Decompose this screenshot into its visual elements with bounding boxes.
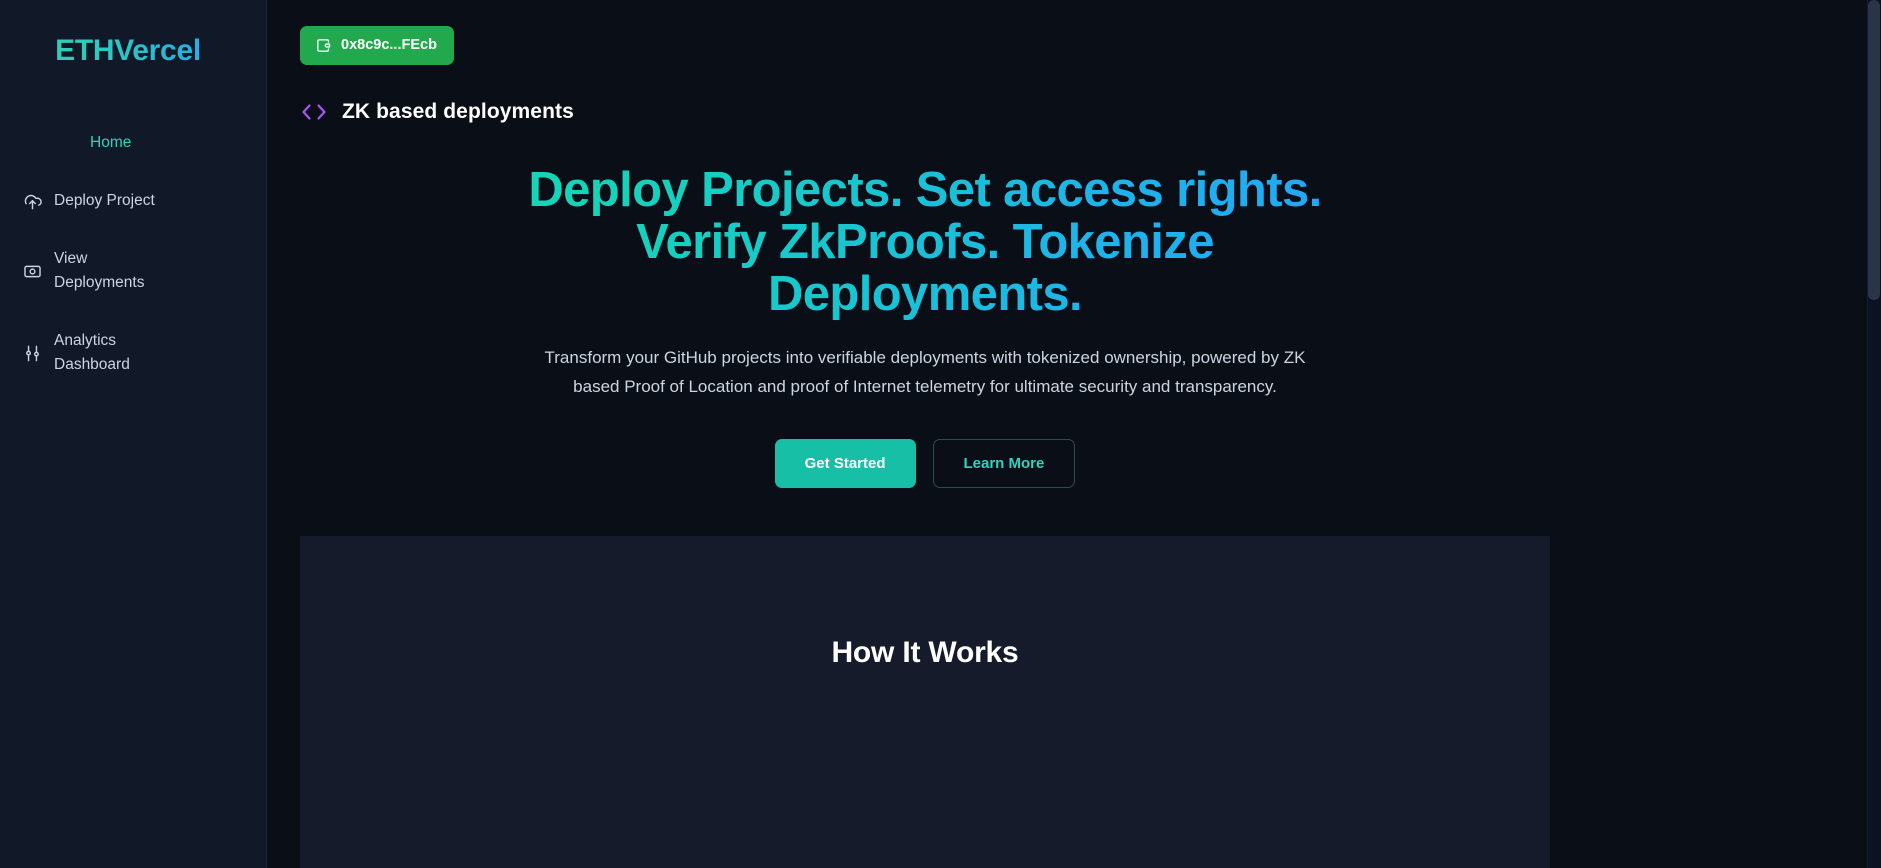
sidebar-item-analytics-dashboard[interactable]: Analytics Dashboard <box>0 319 266 387</box>
sidebar-item-home[interactable]: Home <box>0 121 266 165</box>
page-title: ZK based deployments <box>342 100 574 123</box>
learn-more-button[interactable]: Learn More <box>932 439 1076 489</box>
sidebar-item-label: Home <box>90 134 132 151</box>
sidebar-item-label: Deploy Project <box>54 192 155 210</box>
hero-section: Deploy Projects. Set access rights. Veri… <box>300 164 1550 489</box>
sidebar-item-deploy-project[interactable]: Deploy Project <box>0 179 266 223</box>
wallet-row: 0x8c9c...FEcb <box>300 26 454 65</box>
cloud-upload-icon <box>22 191 42 211</box>
app-logo[interactable]: ETHVercel <box>0 34 266 67</box>
hero-subtitle: Transform your GitHub projects into veri… <box>544 347 1306 397</box>
eye-icon <box>22 261 42 281</box>
sidebar-nav: Home Deploy Project View Deployments Ana… <box>0 121 266 387</box>
how-it-works-title: How It Works <box>831 636 1019 669</box>
how-it-works-section: How It Works <box>300 536 1550 868</box>
get-started-button[interactable]: Get Started <box>774 439 916 489</box>
main-content: 0x8c9c...FEcb ZK based deployments Deplo… <box>267 0 1881 868</box>
page-heading-row: ZK based deployments <box>300 100 574 124</box>
hero-actions: Get Started Learn More <box>360 439 1490 489</box>
sidebar-item-view-deployments[interactable]: View Deployments <box>0 237 266 305</box>
sidebar-item-label: Analytics Dashboard <box>54 332 130 374</box>
page-scrollbar[interactable] <box>1867 0 1881 868</box>
sidebar-item-label: View Deployments <box>54 250 145 292</box>
sidebar: ETHVercel Home Deploy Project View Deplo… <box>0 0 267 868</box>
wallet-icon <box>315 37 332 54</box>
page-scrollbar-thumb[interactable] <box>1868 0 1880 300</box>
code-brackets-icon <box>300 100 328 124</box>
sliders-icon <box>22 343 42 363</box>
wallet-address-button[interactable]: 0x8c9c...FEcb <box>300 26 454 65</box>
hero-heading: Deploy Projects. Set access rights. Veri… <box>515 164 1335 321</box>
wallet-address-label: 0x8c9c...FEcb <box>341 37 437 54</box>
